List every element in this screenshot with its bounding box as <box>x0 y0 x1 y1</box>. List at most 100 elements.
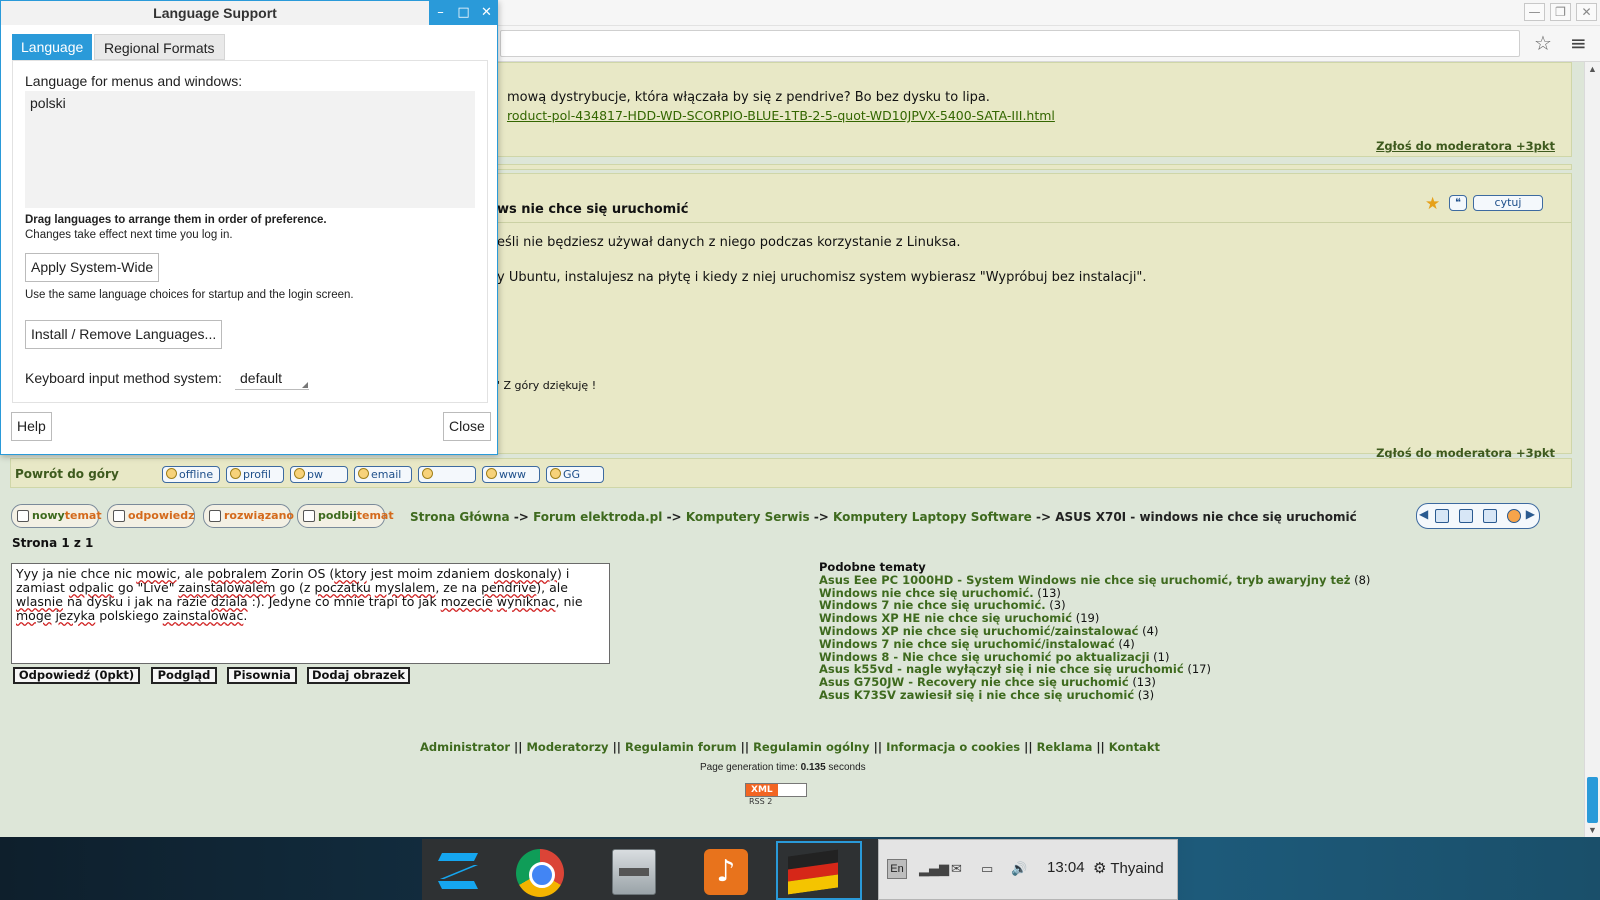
language-panel: Language for menus and windows: polski D… <box>12 60 488 403</box>
restore-icon[interactable]: ❐ <box>1550 3 1571 21</box>
bookmark-star-icon[interactable]: ☆ <box>1534 31 1552 55</box>
reply-button[interactable]: odpowiedz <box>107 504 195 528</box>
similar-topic-link[interactable]: Asus K73SV zawiesił się i nie chce się u… <box>819 688 1134 702</box>
reply-text: Zorin OS ( <box>266 566 335 581</box>
pm-button[interactable]: pw <box>290 466 348 483</box>
post-title: ws nie chce się uruchomić <box>497 202 689 217</box>
misspelled-word: dziala <box>210 594 248 609</box>
new-topic-button[interactable]: nowytemat <box>11 504 102 528</box>
keyboard-language-indicator[interactable]: En <box>887 859 907 879</box>
preview-button[interactable]: Podgląd <box>151 667 217 684</box>
signal-icon[interactable]: ▂▄▆ <box>919 862 949 877</box>
volume-icon[interactable]: 🔊 <box>1011 862 1027 877</box>
profile-button[interactable]: profil <box>226 466 284 483</box>
tab-regional-formats[interactable]: Regional Formats <box>94 34 225 60</box>
quote-button[interactable]: cytuj <box>1473 195 1543 211</box>
watch-icon[interactable] <box>1507 509 1521 523</box>
footer-link[interactable]: Moderatorzy <box>526 740 608 754</box>
footer-link[interactable]: Informacja o cookies <box>886 740 1020 754</box>
globe-icon <box>486 468 497 479</box>
save-icon[interactable] <box>1483 509 1497 523</box>
address-bar[interactable] <box>500 30 1520 57</box>
reply-text: jest moim zdaniem <box>366 566 494 581</box>
footer-link[interactable]: Kontakt <box>1109 740 1160 754</box>
close-button[interactable]: Close <box>443 412 491 441</box>
reply-textarea[interactable]: Yyy ja nie chce nic mowic, ale pobralem … <box>11 563 610 664</box>
clock[interactable]: 13:04 <box>1047 859 1085 876</box>
bump-topic-button[interactable]: podbijtemat <box>297 504 394 528</box>
scroll-up-icon[interactable]: ▲ <box>1588 64 1597 74</box>
email-button[interactable]: email <box>354 466 412 483</box>
language-support-dialog: Language Support – □ ✕ Language Regional… <box>0 0 498 455</box>
mail-icon <box>358 468 369 479</box>
close-icon[interactable]: ✕ <box>475 1 498 25</box>
footer-link[interactable]: Administrator <box>420 740 510 754</box>
rss-badge[interactable]: XMLRSS 2 <box>745 783 807 806</box>
maximize-icon[interactable]: □ <box>452 1 475 25</box>
breadcrumb-item[interactable]: Strona Główna <box>410 510 510 524</box>
arrow-up-icon <box>303 510 315 522</box>
minimize-icon[interactable]: – <box>429 1 452 25</box>
reply-icon <box>113 510 125 522</box>
solved-button[interactable]: rozwiązano <box>203 504 294 528</box>
post-link[interactable]: roduct-pol-434817-HDD-WD-SCORPIO-BLUE-1T… <box>507 108 1055 123</box>
page-info: Strona 1 z 1 <box>12 536 94 550</box>
similar-topic-count: (3) <box>1137 687 1155 702</box>
flag-icon <box>788 849 838 895</box>
next-icon[interactable]: ▶ <box>1526 507 1535 521</box>
gg-button[interactable]: GG <box>546 466 604 483</box>
submit-reply-button[interactable]: Odpowiedź (0pkt) <box>13 667 140 684</box>
apply-system-wide-button[interactable]: Apply System-Wide <box>25 253 160 282</box>
language-list[interactable]: polski <box>25 91 475 208</box>
misspelled-word: ktory <box>334 566 367 581</box>
footer-link[interactable]: Regulamin ogólny <box>753 740 870 754</box>
print-icon[interactable] <box>1459 509 1473 523</box>
breadcrumb-item[interactable]: Komputery Laptopy Software <box>833 510 1032 524</box>
solved-icon <box>209 510 221 522</box>
footer-link[interactable]: Regulamin forum <box>625 740 737 754</box>
misspelled-word: zainstalowalem <box>178 580 276 595</box>
page-scrollbar[interactable]: ▲ ▼ <box>1584 62 1600 837</box>
topic-tools: ◀ ▶ <box>1416 503 1540 529</box>
report-link[interactable]: Zgłoś do moderatora +3pkt <box>1376 139 1555 153</box>
dialog-titlebar[interactable]: Language Support – □ ✕ <box>1 1 498 25</box>
footer-link[interactable]: Reklama <box>1037 740 1093 754</box>
www-button[interactable]: www <box>482 466 540 483</box>
files-launcher[interactable] <box>592 841 678 900</box>
back-to-top-link[interactable]: Powrót do góry <box>15 467 119 481</box>
misspelled-word: wlasnie <box>16 594 63 609</box>
quote-icon[interactable]: ❝ <box>1449 195 1467 211</box>
add-image-button[interactable]: Dodaj obrazek <box>307 667 410 684</box>
breadcrumb-item[interactable]: Komputery Serwis <box>686 510 810 524</box>
help-button[interactable]: Help <box>11 412 52 441</box>
add-friend-button[interactable] <box>418 466 476 483</box>
battery-icon[interactable]: ▭ <box>981 862 993 877</box>
mail-icon[interactable]: ✉ <box>951 862 962 877</box>
language-support-launcher[interactable] <box>776 841 862 900</box>
mail-icon[interactable] <box>1435 509 1449 523</box>
zorin-menu-launcher[interactable] <box>424 841 510 900</box>
breadcrumb-item[interactable]: Forum elektroda.pl <box>533 510 662 524</box>
menu-icon[interactable]: ≡ <box>1570 31 1587 55</box>
dialog-title: Language Support <box>153 5 277 21</box>
user-icon <box>230 468 241 479</box>
install-remove-languages-button[interactable]: Install / Remove Languages... <box>25 320 223 349</box>
music-launcher[interactable]: ♪ <box>682 841 768 900</box>
drag-hint: Drag languages to arrange them in order … <box>25 214 327 226</box>
user-menu[interactable]: ⚙ Thyaind <box>1093 859 1164 877</box>
scroll-down-icon[interactable]: ▼ <box>1588 825 1597 835</box>
favorite-star-icon[interactable]: ★ <box>1425 194 1440 214</box>
close-icon[interactable]: ✕ <box>1576 3 1597 21</box>
misspelled-word: mowic <box>136 566 177 581</box>
offline-status-button[interactable]: offline <box>162 466 220 483</box>
language-item[interactable]: polski <box>30 95 66 111</box>
chrome-launcher[interactable] <box>502 841 588 900</box>
spellcheck-button[interactable]: Pisownia <box>227 667 297 684</box>
keyboard-method-select[interactable]: default <box>235 368 309 390</box>
previous-icon[interactable]: ◀ <box>1419 507 1428 521</box>
scrollbar-thumb[interactable] <box>1587 777 1598 823</box>
tab-language[interactable]: Language <box>12 34 93 60</box>
minimize-icon[interactable]: — <box>1524 3 1545 21</box>
footer-separator: || <box>873 740 883 754</box>
breadcrumb-current: ASUS X70I - windows nie chce się uruchom… <box>1055 510 1357 524</box>
